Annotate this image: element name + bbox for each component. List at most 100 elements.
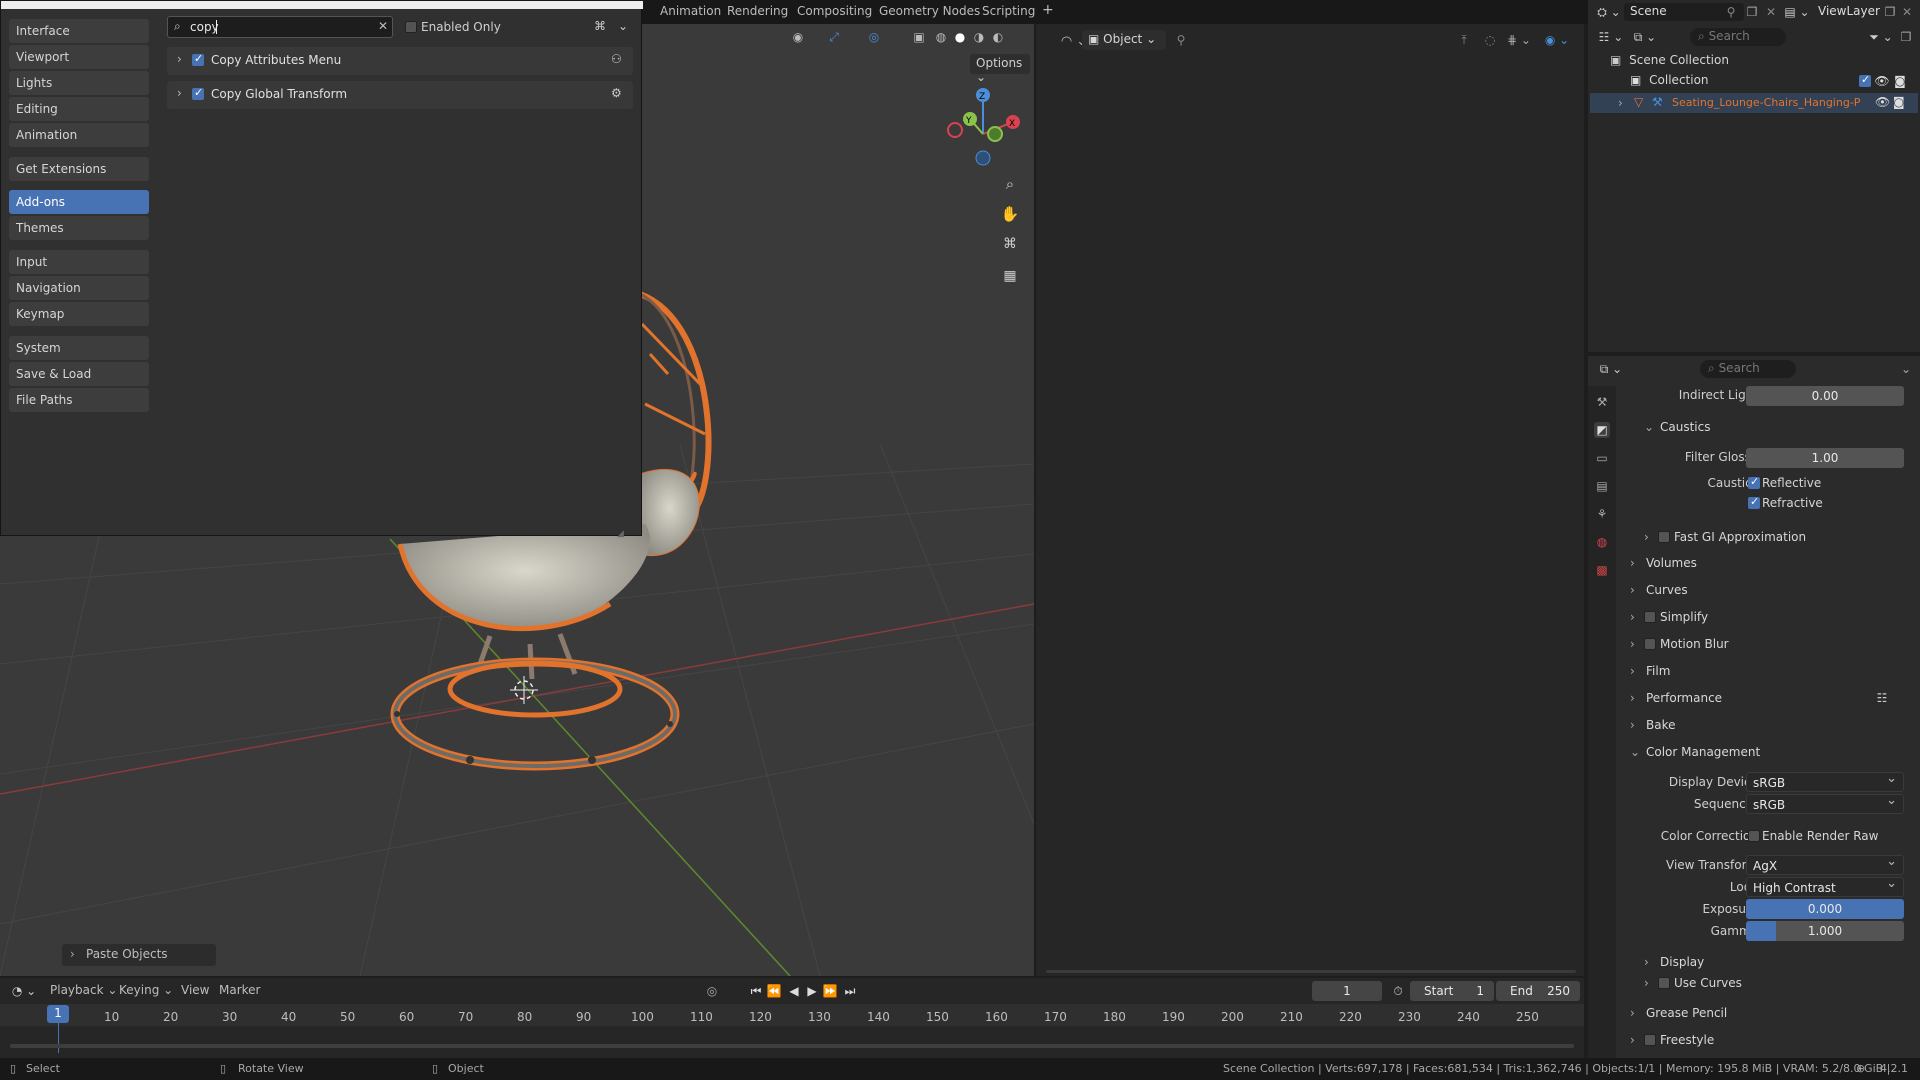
indirect-light-field[interactable]: 0.00 [1746,386,1904,406]
grid-view-icon[interactable]: ▦ [998,264,1022,288]
sequencer-dropdown[interactable]: sRGB [1746,793,1904,814]
proportional-edit-icon[interactable]: ◌ [1482,31,1498,49]
tool-tab-icon[interactable]: ⚒ [1594,394,1610,410]
motion-blur-checkbox[interactable] [1644,638,1656,650]
camera-icon[interactable]: ◙ [1893,95,1905,109]
tag-icon[interactable]: ⌘ [591,17,609,35]
sidebar-item-animation[interactable]: Animation [9,123,149,147]
texture-tab-icon[interactable]: ▩ [1594,562,1610,578]
sidebar-item-interface[interactable]: Interface [9,19,149,43]
add-workspace-button[interactable]: + [1042,2,1054,18]
freestyle-checkbox[interactable] [1644,1034,1656,1046]
outliner-filter-mode-icon[interactable]: ⧉ ⌄ [1630,28,1660,46]
new-view-layer-icon[interactable]: ❐ [1882,4,1898,20]
sidebar-item-file-paths[interactable]: File Paths [9,388,149,412]
chevron-right-icon[interactable]: › [177,52,182,66]
grease-pencil-panel-header[interactable]: › Grease Pencil [1630,1006,1727,1020]
stopwatch-icon[interactable]: ⏱ [1390,982,1406,1000]
jump-start-icon[interactable]: ⏮ [748,982,764,1000]
performance-panel-header[interactable]: › Performance [1630,691,1722,705]
current-frame-field[interactable]: 1 [1312,981,1382,1001]
addon-enable-checkbox[interactable] [192,52,204,66]
navigation-gizmo[interactable]: Z X Y [947,88,1020,166]
display-device-dropdown[interactable]: sRGB [1746,771,1904,792]
delete-view-layer-icon[interactable]: ✕ [1900,4,1914,20]
mode-dropdown[interactable]: ▣ Object ⌄ [1082,30,1166,50]
timeline-scrollbar[interactable] [10,1044,1574,1048]
tab-rendering[interactable]: Rendering [727,4,788,18]
sidebar-item-themes[interactable]: Themes [9,216,149,240]
sidebar-item-add-ons[interactable]: Add-ons [9,190,149,214]
keying-menu[interactable]: Keying ⌄ [119,983,173,997]
filter-glossy-field[interactable]: 1.00 [1746,448,1904,468]
addon-search-input[interactable]: ⌕ copy ✕ [167,16,393,38]
solid-shading-icon[interactable]: ● [951,28,969,46]
sidebar-item-input[interactable]: Input [9,250,149,274]
playback-menu[interactable]: Playback ⌄ [50,983,117,997]
tab-animation[interactable]: Animation [660,4,721,18]
zoom-icon[interactable]: ⌕ [998,172,1022,196]
reflective-checkbox[interactable] [1748,475,1760,489]
enable-render-raw-checkbox[interactable] [1748,830,1760,842]
outliner-display-mode-icon[interactable]: ☷ ⌄ [1596,28,1626,46]
gamma-slider[interactable]: 1.000 [1746,921,1904,941]
refractive-checkbox[interactable] [1748,495,1760,509]
look-dropdown[interactable]: High Contrast [1746,876,1904,897]
addon-row-copy-attributes[interactable]: › Copy Attributes Menu ⚇ [167,47,633,75]
wireframe-shading-icon[interactable]: ◍ [932,28,950,46]
last-operator-panel[interactable]: › Paste Objects [62,944,216,966]
transform-icon[interactable]: ⤒ [1456,31,1472,49]
start-frame-field[interactable]: Start 1 [1410,981,1494,1001]
overlay-toggle-icon[interactable]: ◎ [862,28,886,46]
use-curves-checkbox[interactable] [1658,977,1670,989]
bake-panel-header[interactable]: › Bake [1630,718,1676,732]
addon-row-copy-global-transform[interactable]: › Copy Global Transform ⚙ [167,81,633,109]
properties-search-input[interactable]: ⌕ Search [1700,360,1796,378]
tab-geometry-nodes[interactable]: Geometry Nodes [879,4,980,18]
tab-compositing[interactable]: Compositing [797,4,872,18]
view-layer-icon[interactable]: ▤ ⌄ [1782,4,1812,20]
rendered-shading-icon[interactable]: ◐ [989,28,1007,46]
camera-view-icon[interactable]: ⌘ [998,232,1022,256]
playhead[interactable]: 1 [47,1005,69,1023]
camera-icon[interactable]: ◙ [1893,74,1907,88]
horizontal-scrollbar[interactable] [1046,970,1576,973]
sidebar-item-viewport[interactable]: Viewport [9,45,149,69]
resize-grip-icon[interactable]: ◢ [617,529,631,539]
outliner-search-input[interactable]: ⌕ Search [1690,28,1786,46]
color-management-panel-header[interactable]: ⌄ Color Management [1630,745,1760,759]
gizmo-toggle-icon[interactable]: ⤢ [822,28,846,46]
eye-icon[interactable]: 👁 [1874,74,1889,88]
auto-keying-icon[interactable]: ◎ [704,982,720,1000]
visibility-icon[interactable]: ◉ ⌄ [1542,31,1572,49]
sidebar-item-editing[interactable]: Editing [9,97,149,121]
simplify-checkbox[interactable] [1644,611,1656,623]
view-object-types-icon[interactable]: ◉ [786,28,810,46]
snap-icon[interactable]: ⋕ ⌄ [1504,31,1534,49]
editor-type-icon[interactable]: ⧉ ⌄ [1596,360,1626,378]
fast-gi-checkbox[interactable] [1658,531,1670,543]
jump-keyframe-back-icon[interactable]: ⏪ [766,982,782,1000]
timeline-editor-type-icon[interactable]: ◔ ⌄ [10,982,38,1000]
pin-scene-icon[interactable]: ⚲ [1724,4,1738,20]
xray-toggle-icon[interactable]: ▣ [910,28,928,46]
sidebar-item-save-load[interactable]: Save & Load [9,362,149,386]
film-panel-header[interactable]: › Film [1630,664,1670,678]
play-reverse-icon[interactable]: ◀ [786,982,802,1000]
outliner-object-row[interactable]: › ▽ ⚒ Seating_Lounge-Chairs_Hanging-P 👁 … [1590,93,1918,113]
presets-list-icon[interactable]: ☷ [1874,690,1890,706]
new-collection-icon[interactable]: ❐ [1898,28,1914,46]
preferences-titlebar[interactable] [1,1,643,9]
clear-search-icon[interactable]: ✕ [378,19,388,33]
addon-enable-checkbox[interactable] [192,86,204,100]
pan-hand-icon[interactable]: ✋ [998,202,1022,226]
output-tab-icon[interactable]: ▭ [1594,450,1610,466]
options-dropdown[interactable]: Options ⌄ [970,54,1030,84]
sidebar-item-keymap[interactable]: Keymap [9,302,149,326]
eye-icon[interactable]: 👁 [1875,95,1890,109]
chevron-right-icon[interactable]: › [177,86,182,100]
tab-scripting[interactable]: Scripting [982,4,1035,18]
end-frame-field[interactable]: End 250 [1496,981,1580,1001]
marker-menu[interactable]: Marker [219,983,260,997]
jump-end-icon[interactable]: ⏭ [842,982,858,1000]
